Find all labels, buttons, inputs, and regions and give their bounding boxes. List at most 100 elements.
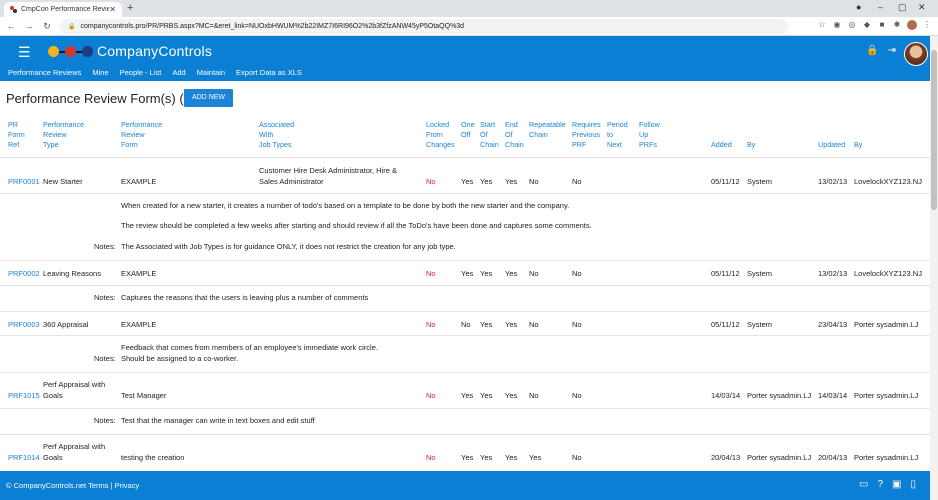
end-of-chain-value: Yes [505,391,518,400]
review-form: EXAMPLE [121,177,157,186]
extension-icon[interactable]: ■ [877,20,887,30]
extension-icon[interactable]: ◎ [847,20,857,30]
column-header-line: Follow [639,120,660,129]
column-header-line: End [505,120,518,129]
end-of-chain-value: Yes [505,453,518,462]
menu-people-list[interactable]: People - List [120,68,162,81]
review-type: Perf Appraisal with [43,442,106,451]
menu-dots-icon[interactable]: ⋮ [922,20,932,30]
extension-icon[interactable]: ◉ [832,20,842,30]
added-by: System [747,177,773,186]
updated-date: 20/04/13 [818,453,848,462]
column-header-assoc[interactable]: Associated With Job Types [259,120,294,150]
notes-label: Notes: [94,293,116,302]
menu-performance-reviews[interactable]: Performance Reviews [8,68,81,81]
column-header-line: PRFs [639,140,657,149]
page-scrollbar[interactable] [930,36,938,500]
help-icon[interactable]: ? [877,479,883,490]
start-of-chain-value: Yes [480,177,493,186]
maximize-icon[interactable]: ▢ [898,2,907,13]
close-window-icon[interactable]: ✕ [918,2,926,13]
column-header-line: Associated [259,120,295,129]
review-form: Test Manager [121,391,167,400]
chat-icon[interactable]: ▭ [859,479,868,490]
column-header-type[interactable]: Performance Review Type [43,120,84,150]
column-header-form[interactable]: Performance Review Form [121,120,162,150]
new-tab-icon[interactable]: + [127,2,133,14]
back-icon[interactable]: ← [4,21,18,31]
column-header-period[interactable]: Period to Next [607,120,628,150]
associated-job-types: Sales Administrator [259,177,324,186]
column-header-by1[interactable]: By [747,140,755,150]
menu-mine[interactable]: Mine [92,68,108,81]
lock-icon[interactable]: 🔒 [866,45,878,56]
column-header-oneoff[interactable]: One Off [461,120,475,140]
column-header-line: PRF [572,140,587,149]
column-header-line: Form [121,140,138,149]
footer-text[interactable]: © CompanyControls.net Terms | Privacy [6,481,139,490]
column-header-added[interactable]: Added [711,140,732,150]
browser-tab[interactable]: CmpCon Performance Review ✕ [4,2,122,17]
record-icon[interactable]: ● [856,2,861,12]
form-ref-link[interactable]: PRF0003 [8,320,40,330]
menu-maintain[interactable]: Maintain [197,68,225,81]
column-header-updated[interactable]: Updated [818,140,845,150]
column-header-line: Added [711,140,732,149]
column-header-line: Off [461,130,471,139]
column-header-by2[interactable]: By [854,140,862,150]
notes-text: The Associated with Job Types is for gui… [121,242,456,251]
logout-icon[interactable]: ⇥ [888,45,896,56]
updated-date: 14/03/14 [818,391,848,400]
menu-export-xls[interactable]: Export Data as XLS [236,68,302,81]
column-header-start[interactable]: Start Of Chain [480,120,499,150]
column-header-requires[interactable]: Requires Previous PRF [572,120,601,150]
form-ref-link[interactable]: PRF1014 [8,453,40,463]
star-icon[interactable]: ☆ [817,20,827,30]
column-header-line: Locked [426,120,450,129]
forward-icon[interactable]: → [22,21,36,31]
review-form: testing the creation [121,453,185,462]
minimize-icon[interactable]: – [878,2,883,12]
start-of-chain-value: Yes [480,453,493,462]
column-header-locked[interactable]: Locked From Changes [426,120,455,150]
review-type: Leaving Reasons [43,269,101,278]
column-header-repeat[interactable]: Repeatable Chain [529,120,566,140]
notes-label: Notes: [94,242,116,251]
column-header-line: PR [8,120,18,129]
scrollbar-thumb[interactable] [931,50,937,210]
column-header-line: Performance [43,120,85,129]
app-favicon-icon [10,6,17,13]
notes-separator [0,335,930,336]
menu-add[interactable]: Add [172,68,185,81]
added-by: System [747,269,773,278]
url-text: companycontrols.pro/PR/PRBS.aspx?MC=&ere… [80,23,465,30]
review-type: 360 Appraisal [43,320,89,329]
extension-icon[interactable]: ◆ [862,20,872,30]
app-footer: © CompanyControls.net Terms | Privacy ▭ … [0,471,930,500]
form-ref-link[interactable]: PRF1015 [8,391,40,401]
brand-name[interactable]: CompanyControls [97,43,212,59]
review-type: New Starter [43,177,83,186]
added-by: System [747,320,773,329]
desktop-icon[interactable]: ▣ [892,479,901,490]
column-header-ref[interactable]: PR Form Ref [8,120,25,150]
column-header-follow[interactable]: Follow Up PRFs [639,120,660,150]
reload-icon[interactable]: ↻ [40,21,54,32]
mobile-icon[interactable]: ▯ [910,479,916,490]
form-ref-link[interactable]: PRF0001 [8,177,40,187]
add-new-button[interactable]: ADD NEW [184,89,233,107]
column-header-end[interactable]: End Of Chain [505,120,524,150]
close-tab-icon[interactable]: ✕ [109,5,116,14]
tab-title: CmpCon Performance Review [21,6,110,13]
url-field[interactable]: 🔒 companycontrols.pro/PR/PRBS.aspx?MC=&e… [60,19,788,34]
column-header-line: Start [480,120,496,129]
profile-avatar[interactable] [907,20,917,30]
requires-previous-value: No [572,453,582,462]
puzzle-icon[interactable]: ✱ [892,20,902,30]
form-ref-link[interactable]: PRF0002 [8,269,40,279]
hamburger-menu-icon[interactable]: ☰ [18,44,31,61]
user-avatar[interactable] [904,42,928,66]
locked-value: No [426,320,436,329]
page-title: Performance Review Form(s) (24) [6,91,203,106]
notes-text: Should be assigned to a co-worker. [121,354,239,363]
